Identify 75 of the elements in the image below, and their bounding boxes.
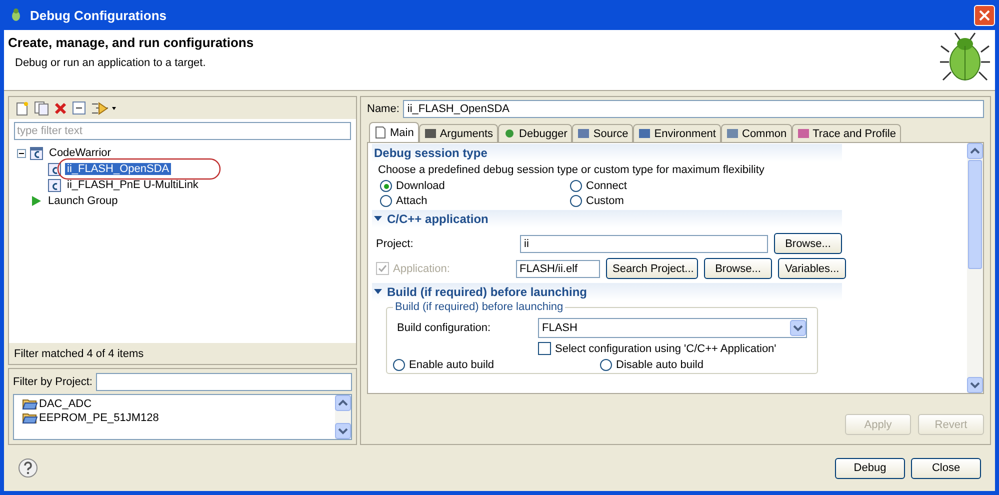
filter-status: Filter matched 4 of 4 items: [9, 343, 356, 364]
tab-icon: [503, 127, 516, 140]
radio-button[interactable]: [570, 195, 582, 207]
session-description: Choose a predefined debug session type or custom type for maximum flexibility: [377, 163, 766, 178]
radio-button[interactable]: [380, 195, 392, 207]
footer-button[interactable]: Debug: [835, 458, 905, 478]
play-icon: [30, 195, 42, 207]
collapse-all-icon[interactable]: [72, 101, 86, 115]
help-icon[interactable]: [18, 458, 38, 478]
tree-item[interactable]: ii_FLASH_OpenSDA: [65, 163, 172, 175]
tab[interactable]: Main: [369, 122, 419, 142]
radio-label: Custom: [586, 195, 624, 207]
header-title: Create, manage, and run configurations: [8, 35, 255, 50]
radio-label: Attach: [396, 195, 428, 207]
tab-icon: [726, 127, 739, 140]
action-button[interactable]: Search Project...: [606, 258, 698, 279]
project-label: Project:: [376, 238, 414, 250]
tab[interactable]: Environment: [633, 124, 721, 142]
application-field[interactable]: FLASH/ii.elf: [516, 260, 600, 278]
browse-button[interactable]: Browse...: [774, 233, 842, 254]
tree-item[interactable]: CodeWarrior: [47, 147, 113, 159]
tab[interactable]: Debugger: [498, 124, 572, 142]
checkbox[interactable]: [538, 342, 551, 355]
tab[interactable]: Common: [721, 124, 792, 142]
tab-icon: [424, 127, 437, 140]
folder-icon: [22, 412, 38, 424]
project-field[interactable]: ii: [520, 234, 768, 252]
radio-button[interactable]: [600, 359, 612, 371]
name-label: Name:: [367, 103, 400, 115]
name-field[interactable]: ii_FLASH_OpenSDA: [403, 100, 984, 118]
duplicate-icon[interactable]: [34, 100, 49, 116]
c-file-icon: [48, 162, 61, 176]
section-title[interactable]: Build (if required) before launching: [372, 283, 842, 301]
group-title: Build (if required) before launching: [393, 301, 566, 313]
filter-dropdown-icon[interactable]: [91, 100, 117, 116]
tab-icon: [577, 127, 590, 140]
c-window-icon: [30, 146, 43, 160]
footer-button[interactable]: Close: [911, 458, 981, 478]
radio-label: Enable auto build: [409, 359, 494, 371]
radio-label: Connect: [586, 180, 627, 192]
project-item[interactable]: EEPROM_PE_51JM128: [39, 412, 159, 424]
delete-icon[interactable]: [54, 102, 67, 114]
header-subtitle: Debug or run an application to a target.: [14, 57, 207, 69]
tab-icon: [638, 127, 652, 140]
tree-item[interactable]: Launch Group: [46, 195, 120, 207]
filter-field[interactable]: type filter text: [14, 122, 351, 140]
radio-button[interactable]: [380, 180, 392, 192]
window-title: Debug Configurations: [30, 8, 168, 22]
c-file-icon: [48, 178, 61, 192]
folder-icon: [22, 398, 38, 410]
scrollbar-thumb[interactable]: [968, 160, 982, 269]
build-config-dropdown[interactable]: FLASH: [538, 318, 807, 338]
project-filter-label: Filter by Project:: [13, 376, 92, 388]
collapse-icon[interactable]: [17, 148, 26, 158]
tab[interactable]: Arguments: [418, 124, 498, 142]
application-label: Application:: [393, 262, 451, 274]
tab-icon: [796, 127, 810, 140]
close-icon[interactable]: [974, 4, 995, 26]
radio-button[interactable]: [570, 180, 582, 192]
section-title[interactable]: C/C++ application: [372, 210, 842, 228]
tree-item[interactable]: ii_FLASH_PnE U-MultiLink: [65, 179, 200, 191]
project-filter-field[interactable]: [96, 373, 352, 391]
action-button[interactable]: Variables...: [778, 258, 846, 279]
tab[interactable]: Source: [572, 124, 634, 142]
tab[interactable]: Trace and Profile: [792, 124, 901, 142]
checkbox-label: Select configuration using 'C/C++ Application': [555, 342, 776, 354]
radio-label: Download: [396, 180, 445, 192]
build-config-label: Build configuration:: [397, 322, 492, 334]
radio-button[interactable]: [393, 359, 405, 371]
tab-icon: [374, 126, 387, 139]
project-item[interactable]: DAC_ADC: [39, 398, 92, 410]
section-title: Debug session type: [372, 144, 842, 162]
action-button[interactable]: Browse...: [704, 258, 772, 279]
radio-label: Disable auto build: [616, 359, 704, 371]
new-document-icon[interactable]: [15, 100, 29, 116]
